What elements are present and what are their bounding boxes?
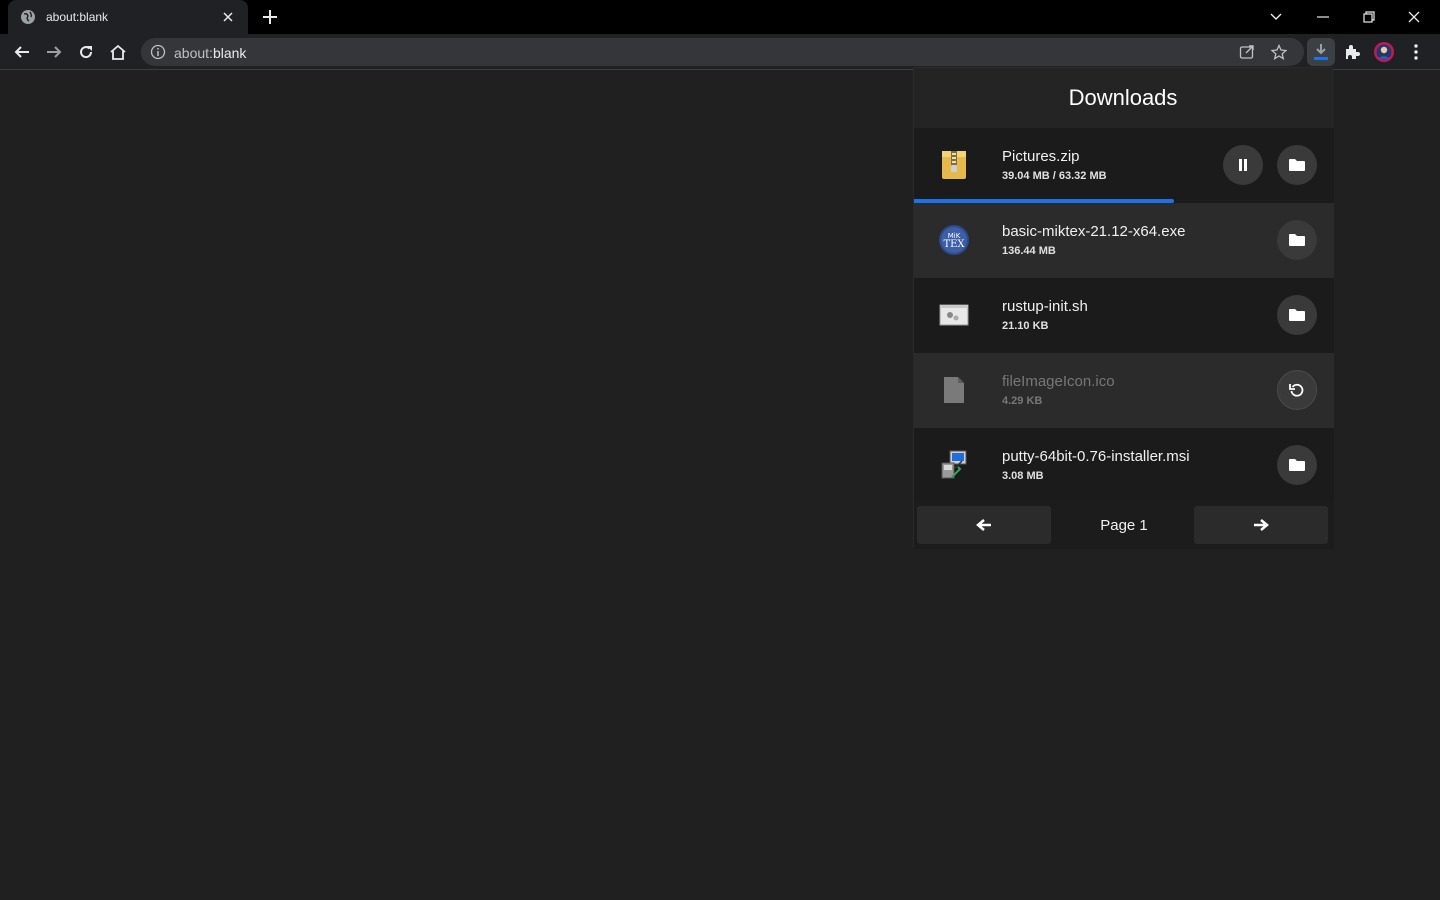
show-in-folder-button[interactable] (1277, 445, 1317, 485)
back-icon[interactable] (10, 40, 34, 64)
miktex-icon: MiK TEX (938, 223, 970, 257)
info-icon[interactable] (150, 44, 166, 60)
show-in-folder-button[interactable] (1277, 220, 1317, 260)
home-icon[interactable] (106, 40, 130, 64)
folder-icon (1289, 159, 1305, 171)
file-name: fileImageIcon.ico (1002, 373, 1115, 390)
close-icon[interactable] (1402, 5, 1426, 29)
forward-icon[interactable] (42, 40, 66, 64)
restore-icon[interactable] (1357, 5, 1381, 29)
file-size: 21.10 KB (1002, 320, 1049, 332)
folder-icon (1289, 309, 1305, 321)
pause-button[interactable] (1223, 145, 1263, 185)
svg-text:TEX: TEX (943, 239, 965, 250)
next-page-button[interactable] (1194, 506, 1328, 544)
tab-search-icon[interactable] (1264, 5, 1288, 29)
file-size: 4.29 KB (1002, 395, 1043, 407)
download-item-fileimageicon[interactable]: fileImageIcon.ico 4.29 KB (914, 353, 1334, 428)
avatar[interactable] (1372, 40, 1396, 64)
arrow-right-icon (1254, 519, 1269, 531)
file-name: Pictures.zip (1002, 148, 1080, 165)
address-host: blank (212, 45, 247, 61)
globe-icon (20, 9, 36, 25)
extensions-icon[interactable] (1340, 40, 1364, 64)
tab-title: about:blank (46, 10, 109, 24)
file-size: 136.44 MB (1002, 245, 1056, 257)
download-item-pictures-zip[interactable]: Pictures.zip 39.04 MB / 63.32 MB (914, 128, 1334, 203)
retry-button[interactable] (1277, 370, 1317, 410)
download-item-putty[interactable]: putty-64bit-0.76-installer.msi 3.08 MB (914, 428, 1334, 503)
address-scheme: about: (174, 45, 213, 61)
generic-file-icon (938, 373, 970, 407)
new-tab-button[interactable] (260, 7, 280, 27)
download-item-miktex[interactable]: MiK TEX basic-miktex-21.12-x64.exe 136.44… (914, 203, 1334, 278)
file-name: basic-miktex-21.12-x64.exe (1002, 223, 1186, 240)
download-item-rustup[interactable]: rustup-init.sh 21.10 KB (914, 278, 1334, 353)
address-bar[interactable]: about:blank (141, 38, 1304, 66)
tab-close-icon[interactable] (220, 9, 236, 25)
minimize-icon[interactable] (1311, 5, 1335, 29)
folder-icon (1289, 459, 1305, 471)
plus-icon (263, 10, 277, 24)
file-size: 39.04 MB / 63.32 MB (1002, 170, 1107, 182)
folder-icon (1289, 234, 1305, 246)
star-icon[interactable] (1270, 43, 1288, 61)
retry-icon (1289, 383, 1304, 397)
file-name: rustup-init.sh (1002, 298, 1088, 315)
downloads-title: Downloads (914, 68, 1332, 128)
installer-icon (938, 448, 970, 482)
reload-icon[interactable] (74, 40, 98, 64)
file-size: 3.08 MB (1002, 470, 1044, 482)
share-icon[interactable] (1238, 43, 1256, 61)
address-text: about:blank (174, 45, 246, 61)
download-icon[interactable] (1307, 38, 1335, 66)
page-indicator: Page 1 (1100, 516, 1148, 534)
tab-strip: about:blank (0, 0, 1440, 34)
browser-toolbar: about:blank (0, 34, 1440, 70)
show-in-folder-button[interactable] (1277, 295, 1317, 335)
show-in-folder-button[interactable] (1277, 145, 1317, 185)
zip-archive-icon (938, 148, 970, 182)
previous-page-button[interactable] (917, 506, 1051, 544)
downloads-panel: Downloads Pictures.zip 39.04 MB / 63.32 … (913, 67, 1334, 549)
tab-about-blank[interactable]: about:blank (8, 0, 248, 34)
arrow-left-icon (976, 519, 991, 531)
file-name: putty-64bit-0.76-installer.msi (1002, 448, 1190, 465)
pagination: Page 1 (914, 503, 1334, 549)
script-file-icon (938, 298, 970, 332)
pause-icon (1239, 159, 1247, 171)
menu-icon[interactable] (1404, 40, 1428, 64)
